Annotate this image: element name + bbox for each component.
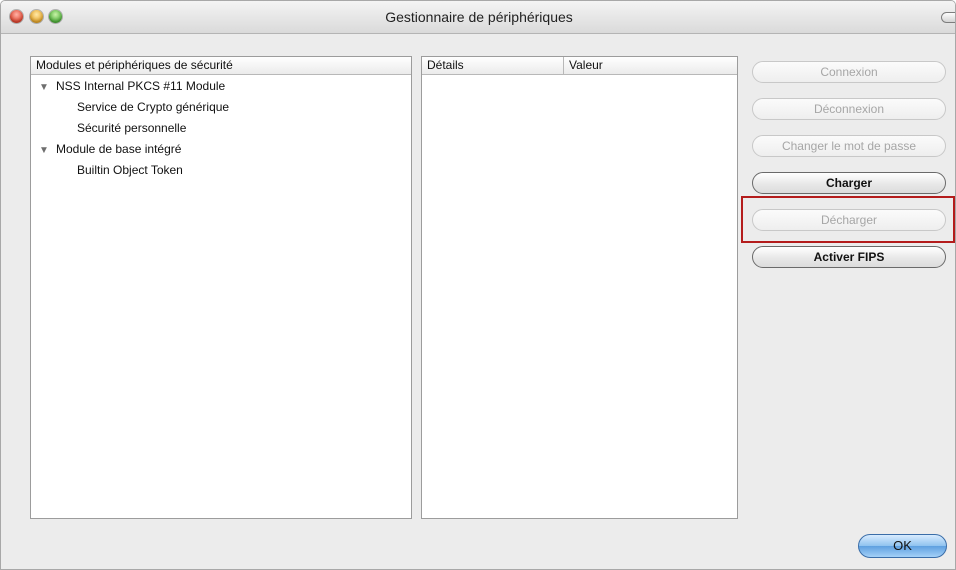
tree-row-generic-crypto-service[interactable]: Service de Crypto générique (31, 97, 411, 118)
tree-row-label: Module de base intégré (56, 142, 182, 156)
tree-row-label: Service de Crypto générique (77, 100, 230, 114)
tree-row-label: Sécurité personnelle (77, 121, 187, 135)
tree-row-label: Builtin Object Token (77, 163, 183, 177)
enable-fips-button[interactable]: Activer FIPS (752, 246, 946, 268)
details-table[interactable]: Détails Valeur (421, 56, 738, 519)
toolbar-toggle-button[interactable] (941, 12, 955, 23)
login-button[interactable]: Connexion (752, 61, 946, 83)
tree-column-header[interactable]: Modules et périphériques de sécurité (31, 57, 411, 75)
device-manager-window: Gestionnaire de périphériques Modules et… (0, 0, 956, 570)
value-column-header[interactable]: Valeur (564, 57, 737, 75)
title-bar[interactable]: Gestionnaire de périphériques (1, 1, 955, 34)
window-title: Gestionnaire de périphériques (385, 9, 573, 25)
logout-button[interactable]: Déconnexion (752, 98, 946, 120)
ok-button[interactable]: OK (858, 534, 947, 558)
disclosure-triangle-icon[interactable]: ▼ (39, 77, 49, 98)
disclosure-triangle-icon[interactable]: ▼ (39, 140, 49, 161)
security-modules-tree[interactable]: Modules et périphériques de sécurité ▼ N… (30, 56, 412, 519)
tree-row-nss-internal-module[interactable]: ▼ NSS Internal PKCS #11 Module (31, 76, 411, 97)
tree-row-label: NSS Internal PKCS #11 Module (56, 79, 226, 93)
tree-row-builtin-module[interactable]: ▼ Module de base intégré (31, 139, 411, 160)
tree-row-builtin-object-token[interactable]: Builtin Object Token (31, 160, 411, 181)
load-button[interactable]: Charger (752, 172, 946, 194)
tree-row-personal-security[interactable]: Sécurité personnelle (31, 118, 411, 139)
details-column-header[interactable]: Détails (422, 57, 564, 75)
change-password-button[interactable]: Changer le mot de passe (752, 135, 946, 157)
unload-button-highlight (741, 196, 955, 243)
